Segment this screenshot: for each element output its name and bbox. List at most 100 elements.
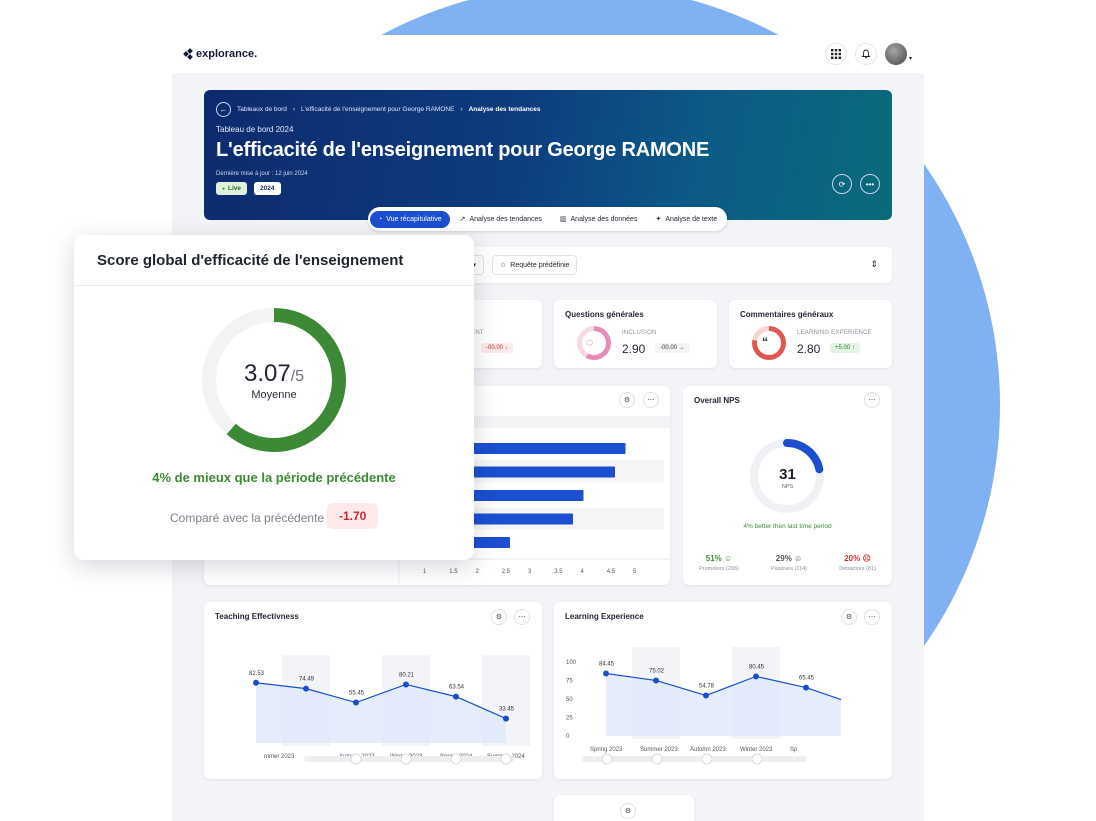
more-options-icon[interactable]: ••• <box>860 174 880 194</box>
data-label: 80.45 <box>749 664 765 670</box>
promoters-label: Promoters (206) <box>699 566 739 572</box>
settings-icon[interactable]: ⚙ <box>620 803 636 819</box>
tab-data[interactable]: ▥ Analyse des données <box>552 210 646 228</box>
breadcrumb-item[interactable]: L'efficacité de l'enseignement pour Geor… <box>301 106 454 113</box>
kpi-delta: -00.00 ↓ <box>481 343 513 353</box>
breadcrumb-current: Analyse des tendances <box>468 106 541 113</box>
y-tick-label: 50 <box>566 697 573 703</box>
logo-mark-icon <box>183 47 193 60</box>
footer-icon <box>651 753 663 765</box>
x-tick-label: 2.5 <box>502 569 511 575</box>
compare-value: -1.70 <box>327 503 379 529</box>
apps-grid-icon[interactable] <box>824 43 847 65</box>
hero-banner: ← Tableaux de bord › L'efficacité de l'e… <box>204 90 892 220</box>
year-badge[interactable]: 2024 <box>254 182 281 195</box>
data-point <box>703 692 709 699</box>
hero-actions: ⟳ ••• <box>832 174 880 194</box>
data-label: 65.45 <box>799 676 815 682</box>
score-value: 3.07 <box>243 360 291 387</box>
promoters-pct: 51% <box>705 554 722 563</box>
chevron-right-icon: › <box>292 106 296 113</box>
footer-icon <box>350 753 362 765</box>
kpi-card-general-comments: Commentaires généraux “ LEARNING EXPERIE… <box>729 300 892 368</box>
top-icons: ▾ <box>824 43 912 65</box>
detractors-pct: 20% <box>844 554 861 563</box>
inclusion-ring: ◌ <box>577 326 611 360</box>
share-icon[interactable]: ⟳ <box>832 174 852 194</box>
x-tick-label: Sp <box>790 747 798 753</box>
detractors-label: Detractors (81) <box>839 566 876 572</box>
nps-gauge <box>750 439 824 513</box>
neutral-face-icon: ☺ <box>794 554 803 563</box>
tab-label: Analyse des tendances <box>469 215 542 223</box>
data-point <box>503 715 509 722</box>
x-tick-label: 2 <box>476 569 480 575</box>
nps-card: Overall NPS ⋯ 31 NPS 4% better then last… <box>683 386 892 585</box>
y-tick-label: 25 <box>566 716 573 722</box>
data-point <box>803 684 809 691</box>
kpi-title: Questions générales <box>565 310 644 319</box>
chevron-down-icon[interactable]: ▾ <box>909 55 912 62</box>
passives-pct: 29% <box>775 554 792 563</box>
x-tick-label: 1 <box>423 569 427 575</box>
data-label: 82.53 <box>249 671 265 677</box>
footer-icon <box>400 753 412 765</box>
kpi-label: LEARNING EXPERIENCE <box>797 330 872 336</box>
x-tick-label: Winter 2023 <box>740 747 773 753</box>
tab-label: Analyse de texte <box>665 215 718 223</box>
overall-score-card: Score global d'efficacité de l'enseignem… <box>74 235 474 560</box>
y-tick-label: 100 <box>566 660 577 666</box>
tab-text[interactable]: ✦ Analyse de texte <box>647 210 725 228</box>
chevron-right-icon: › <box>460 106 463 113</box>
predefined-query-button[interactable]: ☆ Requête prédéfinie <box>492 255 578 275</box>
user-avatar[interactable] <box>884 43 907 65</box>
x-tick-label: Automn 2023 <box>690 747 726 753</box>
score-text: 3.07/5 <box>74 360 474 388</box>
partial-card: ⚙ <box>554 795 694 821</box>
x-tick-label: Spring 2023 <box>590 747 623 753</box>
brand-logo[interactable]: explorance. <box>183 47 257 60</box>
page-title: L'efficacité de l'enseignement pour Geor… <box>216 139 710 161</box>
nps-stats: 51% ☺ Promoters (206) 29% ☺ Passives (114)… <box>683 554 892 572</box>
quote-icon: “ <box>762 335 768 349</box>
x-tick-label: 4 <box>581 569 585 575</box>
detractors-stat: 20% ☹ Detractors (81) <box>839 554 876 572</box>
footer-icon <box>601 753 613 765</box>
nps-caption: 4% better then last time period <box>743 523 832 530</box>
passives-stat: 29% ☺ Passives (114) <box>771 554 807 572</box>
x-tick-label: 5 <box>633 569 637 575</box>
top-bar: explorance. ▾ <box>172 35 924 73</box>
tab-summary[interactable]: ◔ Vue récapitulative <box>370 210 450 228</box>
bell-icon[interactable] <box>854 43 877 65</box>
sad-face-icon: ☹ <box>862 554 871 563</box>
star-icon: ☆ <box>500 262 507 269</box>
data-point <box>353 699 359 706</box>
kpi-card-general-questions: Questions générales ◌ INCLUSION 2.90 -00… <box>554 300 717 368</box>
tab-trends[interactable]: ↗ Analyse des tendances <box>452 210 550 228</box>
line-chart-svg: 84.45 75.02 54.78 80.45 65.45 Spring 2023 Summ… <box>566 647 842 765</box>
teaching-effectiveness-card: Teaching Effectivness ⚙ ⋯ 82.53 74.49 55.4… <box>204 602 542 779</box>
hero-supertitle: Tableau de bord 2024 <box>216 125 294 134</box>
back-arrow-icon[interactable]: ← <box>216 102 231 117</box>
x-tick-label: 3 <box>528 569 532 575</box>
nps-value: 31 <box>779 466 796 483</box>
line-area <box>606 673 841 736</box>
kpi-value: 2.80 <box>797 342 821 356</box>
tab-label: Vue récapitulative <box>386 215 442 223</box>
predefined-query-label: Requête prédéfinie <box>510 261 570 269</box>
data-label: 63.54 <box>449 685 465 691</box>
hero-chips: Live 2024 <box>216 182 880 195</box>
data-point <box>303 685 309 692</box>
y-tick-label: 75 <box>566 679 573 685</box>
breadcrumb-item[interactable]: Tableaux de bord <box>237 106 287 113</box>
data-label: 74.49 <box>299 677 315 683</box>
data-point <box>403 681 409 688</box>
expand-collapse-icon[interactable]: ⇕ <box>870 259 878 270</box>
data-label: 75.02 <box>649 668 665 674</box>
line-chart-svg: 82.5374.4955.4580.2163.5433.45mmer 2023A… <box>249 655 530 765</box>
learning-experience-card: Learning Experience ⚙ ⋯ 84.45 75.02 54.78 8… <box>554 602 892 779</box>
x-tick-label: 4.5 <box>607 569 616 575</box>
promoters-stat: 51% ☺ Promoters (206) <box>699 554 739 572</box>
y-tick-label: 0 <box>566 734 570 740</box>
nps-unit: NPS <box>781 484 794 490</box>
